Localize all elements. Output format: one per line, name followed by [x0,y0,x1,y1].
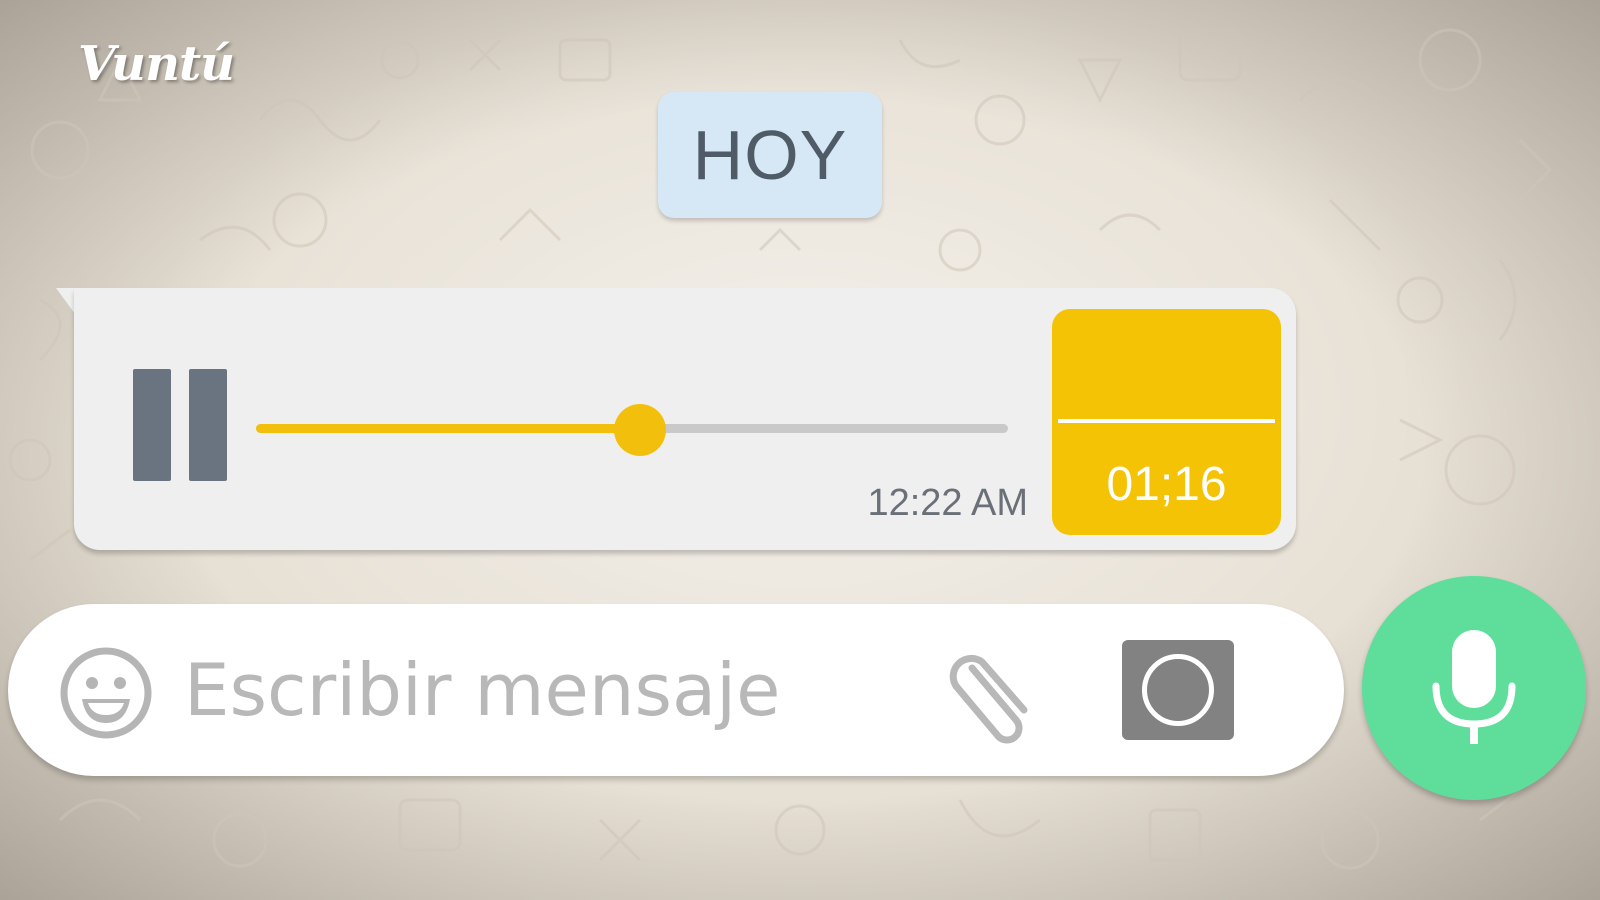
date-label: HOY [692,116,848,194]
message-timestamp: 12:22 AM [867,482,1028,524]
playback-slider-thumb[interactable] [614,404,666,456]
camera-lens [1142,654,1214,726]
microphone-icon [1432,630,1516,744]
pause-icon [133,369,171,481]
emoji-icon[interactable] [58,645,154,741]
camera-icon[interactable] [1122,640,1234,740]
playback-progress [256,424,640,433]
microphone-button[interactable] [1362,576,1586,800]
pause-icon-bar [189,369,227,481]
pause-button[interactable] [133,369,229,481]
brand-logo: Vuntú [78,36,235,92]
voice-message-avatar: 01;16 [1052,309,1281,535]
message-input[interactable] [184,640,904,740]
date-separator: HOY [658,92,882,218]
paperclip-icon[interactable] [942,644,1042,744]
voice-duration: 01;16 [1106,458,1227,511]
avatar-divider [1058,419,1275,423]
